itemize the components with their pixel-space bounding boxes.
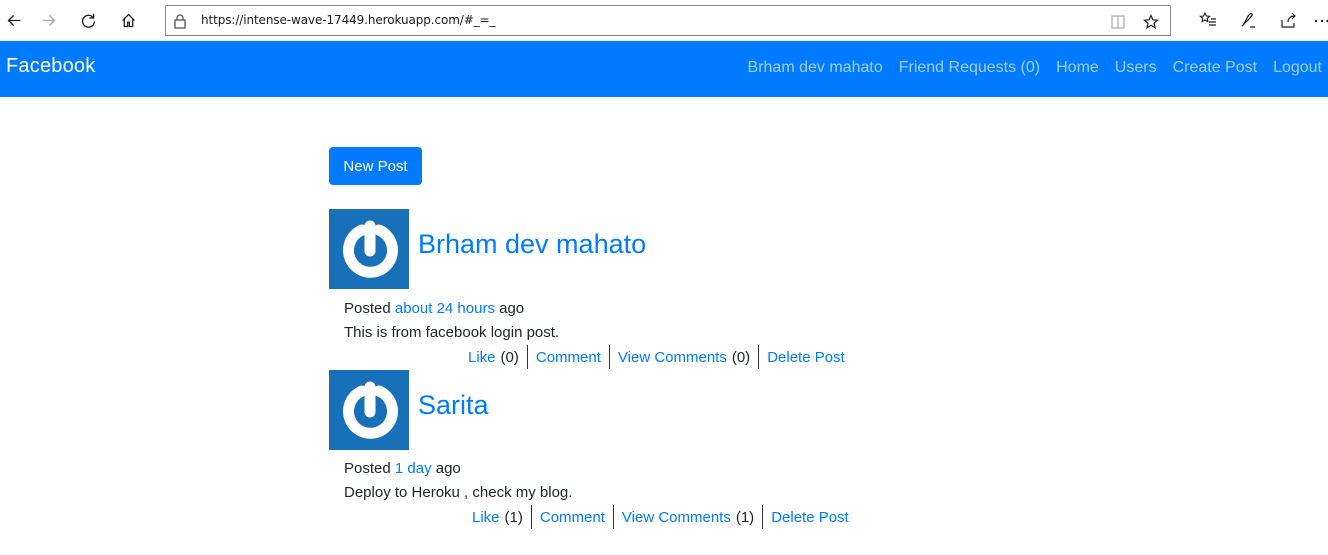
address-bar[interactable]: https://intense-wave-17449.herokuapp.com… — [165, 5, 1171, 36]
favorite-star-icon[interactable] — [1141, 12, 1161, 32]
post-time-link[interactable]: 1 day — [395, 460, 432, 477]
nav-link-friend-requests[interactable]: Friend Requests (0) — [899, 59, 1040, 77]
post-meta: Posted 1 day ago — [344, 460, 461, 477]
posted-suffix: ago — [435, 460, 461, 477]
home-icon[interactable] — [114, 6, 142, 34]
gravatar-icon — [343, 381, 398, 439]
delete-post-link[interactable]: Delete Post — [767, 349, 845, 366]
posted-prefix: Posted — [344, 460, 391, 477]
share-icon[interactable] — [1276, 8, 1300, 32]
refresh-icon[interactable] — [74, 6, 102, 34]
posted-prefix: Posted — [344, 300, 391, 317]
post-actions: Like (0) Comment View Comments (0) Delet… — [468, 345, 845, 369]
browser-toolbar: https://intense-wave-17449.herokuapp.com… — [0, 0, 1328, 41]
post-card: Brham dev mahato Posted about 24 hours a… — [329, 209, 929, 369]
lock-icon — [173, 13, 187, 29]
nav-link-users[interactable]: Users — [1115, 59, 1157, 77]
like-count: (1) — [504, 508, 523, 526]
action-divider — [608, 345, 610, 369]
like-link[interactable]: Like — [468, 349, 496, 366]
comments-count: (1) — [735, 508, 755, 526]
favorites-list-icon[interactable] — [1196, 8, 1220, 32]
comment-link[interactable]: Comment — [536, 349, 601, 366]
action-divider — [530, 505, 532, 529]
avatar[interactable] — [329, 370, 409, 450]
reading-view-icon[interactable] — [1108, 12, 1128, 32]
post-body: Deploy to Heroku , check my blog. — [344, 484, 573, 501]
nav-link-logout[interactable]: Logout — [1273, 59, 1322, 77]
brand-logo[interactable]: Facebook — [6, 55, 95, 78]
gravatar-icon — [343, 220, 398, 278]
action-divider — [758, 345, 760, 369]
nav-link-create-post[interactable]: Create Post — [1173, 59, 1257, 77]
more-icon[interactable] — [1312, 8, 1328, 32]
nav-link-home[interactable]: Home — [1056, 59, 1099, 77]
pen-icon[interactable] — [1236, 8, 1260, 32]
nav-links: Brham dev mahato Friend Requests (0) Hom… — [748, 59, 1322, 77]
post-author-link[interactable]: Brham dev mahato — [418, 229, 646, 260]
like-count: (0) — [500, 348, 519, 366]
url-text[interactable]: https://intense-wave-17449.herokuapp.com… — [201, 13, 496, 27]
delete-post-link[interactable]: Delete Post — [771, 509, 849, 526]
app-navbar: Facebook Brham dev mahato Friend Request… — [0, 41, 1328, 97]
view-comments-link[interactable]: View Comments — [618, 349, 727, 366]
action-divider — [526, 345, 528, 369]
new-post-button[interactable]: New Post — [329, 147, 422, 185]
nav-link-profile[interactable]: Brham dev mahato — [748, 59, 883, 77]
posted-suffix: ago — [499, 300, 525, 317]
post-author-link[interactable]: Sarita — [418, 390, 489, 421]
post-body: This is from facebook login post. — [344, 324, 560, 341]
post-card: Sarita Posted 1 day ago Deploy to Heroku… — [329, 370, 929, 540]
avatar[interactable] — [329, 209, 409, 289]
post-meta: Posted about 24 hours ago — [344, 300, 524, 317]
forward-icon[interactable] — [34, 6, 62, 34]
comment-link[interactable]: Comment — [540, 509, 605, 526]
post-actions: Like (1) Comment View Comments (1) Delet… — [472, 505, 849, 529]
action-divider — [612, 505, 614, 529]
view-comments-link[interactable]: View Comments — [622, 509, 731, 526]
action-divider — [762, 505, 764, 529]
comments-count: (0) — [731, 348, 751, 366]
back-icon[interactable] — [0, 6, 28, 34]
post-time-link[interactable]: about 24 hours — [395, 300, 495, 317]
like-link[interactable]: Like — [472, 509, 500, 526]
